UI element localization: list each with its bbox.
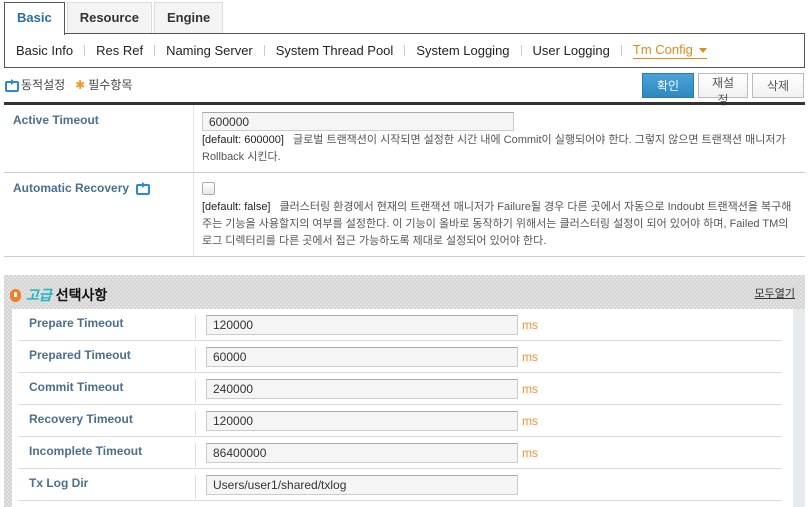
automatic-recovery-label: Automatic Recovery — [4, 173, 194, 256]
recovery-timeout-input[interactable] — [206, 410, 518, 431]
subnav-res-ref[interactable]: Res Ref — [96, 43, 143, 58]
scrollbar[interactable] — [793, 309, 805, 507]
prepared-timeout-input[interactable] — [206, 346, 518, 367]
subnav-basic-info[interactable]: Basic Info — [16, 43, 73, 58]
advanced-row: Tx Log Dir — [19, 469, 782, 501]
unit-label: ms — [522, 445, 538, 460]
advanced-row: Prepare Timeout ms — [19, 309, 782, 341]
active-timeout-description: [default: 600000] 글로벌 트랜잭션이 시작되면 설정한 시간 … — [202, 132, 797, 166]
alert-pin-icon — [10, 288, 21, 302]
subnav-separator — [154, 45, 156, 56]
refresh-icon — [5, 78, 19, 92]
subnav-separator — [520, 45, 522, 56]
row-automatic-recovery: Automatic Recovery [default: false] 클러스터… — [4, 173, 805, 257]
legend: 동적설정 ✱ 필수항목 — [5, 76, 142, 93]
sub-navigation: Basic Info Res Ref Naming Server System … — [4, 33, 805, 68]
automatic-recovery-description: [default: false] 클러스터링 환경에서 현재의 트랜잭션 매니저… — [202, 199, 797, 250]
unit-label: ms — [522, 317, 538, 332]
tab-resource[interactable]: Resource — [66, 2, 152, 34]
open-all-link[interactable]: 모두열기 — [755, 285, 795, 301]
caret-down-icon — [698, 48, 707, 54]
active-timeout-desc-text: 글로벌 트랜잭션이 시작되면 설정한 시간 내에 Commit이 실행되어야 한… — [202, 134, 786, 163]
subnav-tm-config-label: Tm Config — [632, 42, 693, 57]
commit-timeout-label: Commit Timeout — [19, 379, 196, 403]
subnav-separator — [620, 45, 622, 56]
subnav-system-logging[interactable]: System Logging — [416, 43, 509, 58]
automatic-recovery-default: [default: false] — [202, 201, 271, 213]
automatic-recovery-label-text: Automatic Recovery — [13, 181, 130, 195]
subnav-tm-config[interactable]: Tm Config — [632, 42, 707, 59]
active-timeout-label: Active Timeout — [4, 105, 194, 172]
required-star-icon: ✱ — [75, 77, 86, 92]
prepare-timeout-input[interactable] — [206, 314, 518, 335]
prepare-timeout-label: Prepare Timeout — [19, 315, 196, 339]
reset-button[interactable]: 재설정 — [698, 73, 748, 107]
subnav-separator — [84, 45, 86, 56]
tx-log-dir-label: Tx Log Dir — [19, 475, 196, 499]
tab-engine[interactable]: Engine — [153, 2, 224, 34]
confirm-button[interactable]: 확인 — [642, 73, 694, 98]
subnav-separator — [404, 45, 406, 56]
automatic-recovery-desc-text: 클러스터링 환경에서 현재의 트랜잭션 매니저가 Failure될 경우 다른 … — [202, 201, 792, 247]
subnav-system-thread-pool[interactable]: System Thread Pool — [276, 43, 394, 58]
commit-timeout-input[interactable] — [206, 378, 518, 399]
advanced-rows: Prepare Timeout ms Prepared Timeout ms C… — [12, 309, 793, 507]
incomplete-timeout-input[interactable] — [206, 442, 518, 463]
advanced-row: Incomplete Timeout ms — [19, 437, 782, 469]
row-active-timeout: Active Timeout [default: 600000] 글로벌 트랜잭… — [4, 105, 805, 173]
subnav-user-logging[interactable]: User Logging — [533, 43, 610, 58]
subnav-naming-server[interactable]: Naming Server — [166, 43, 253, 58]
recovery-timeout-label: Recovery Timeout — [19, 411, 196, 435]
dynamic-refresh-icon — [136, 182, 151, 195]
unit-label: ms — [522, 381, 538, 396]
active-timeout-input[interactable] — [202, 112, 514, 131]
legend-dynamic-label: 동적설정 — [21, 78, 66, 92]
delete-button[interactable]: 삭제 — [752, 73, 804, 98]
prepared-timeout-label: Prepared Timeout — [19, 347, 196, 371]
unit-label: ms — [522, 413, 538, 428]
top-tabs: Basic Resource Engine — [4, 2, 225, 35]
unit-label: ms — [522, 349, 538, 364]
legend-dynamic: 동적설정 — [5, 76, 65, 93]
active-timeout-default: [default: 600000] — [202, 134, 284, 146]
advanced-row: Commit Timeout ms — [19, 373, 782, 405]
tx-log-dir-input[interactable] — [206, 474, 518, 495]
settings-form: Active Timeout [default: 600000] 글로벌 트랜잭… — [4, 102, 805, 257]
automatic-recovery-checkbox[interactable] — [202, 182, 215, 195]
subnav-separator — [263, 45, 265, 56]
advanced-section: 고급 선택사항 모두열기 Prepare Timeout ms Prepared… — [4, 275, 805, 507]
advanced-row: Recovery Timeout ms — [19, 405, 782, 437]
legend-required: ✱ 필수항목 — [75, 76, 132, 93]
advanced-title-highlight: 고급 — [26, 287, 52, 303]
incomplete-timeout-label: Incomplete Timeout — [19, 443, 196, 467]
advanced-row: Prepared Timeout ms — [19, 341, 782, 373]
advanced-title: 고급 선택사항 — [10, 285, 107, 305]
tab-basic[interactable]: Basic — [4, 2, 65, 35]
legend-required-label: 필수항목 — [88, 78, 133, 92]
action-buttons: 확인 재설정 삭제 — [638, 73, 804, 107]
advanced-title-text: 선택사항 — [55, 287, 108, 303]
